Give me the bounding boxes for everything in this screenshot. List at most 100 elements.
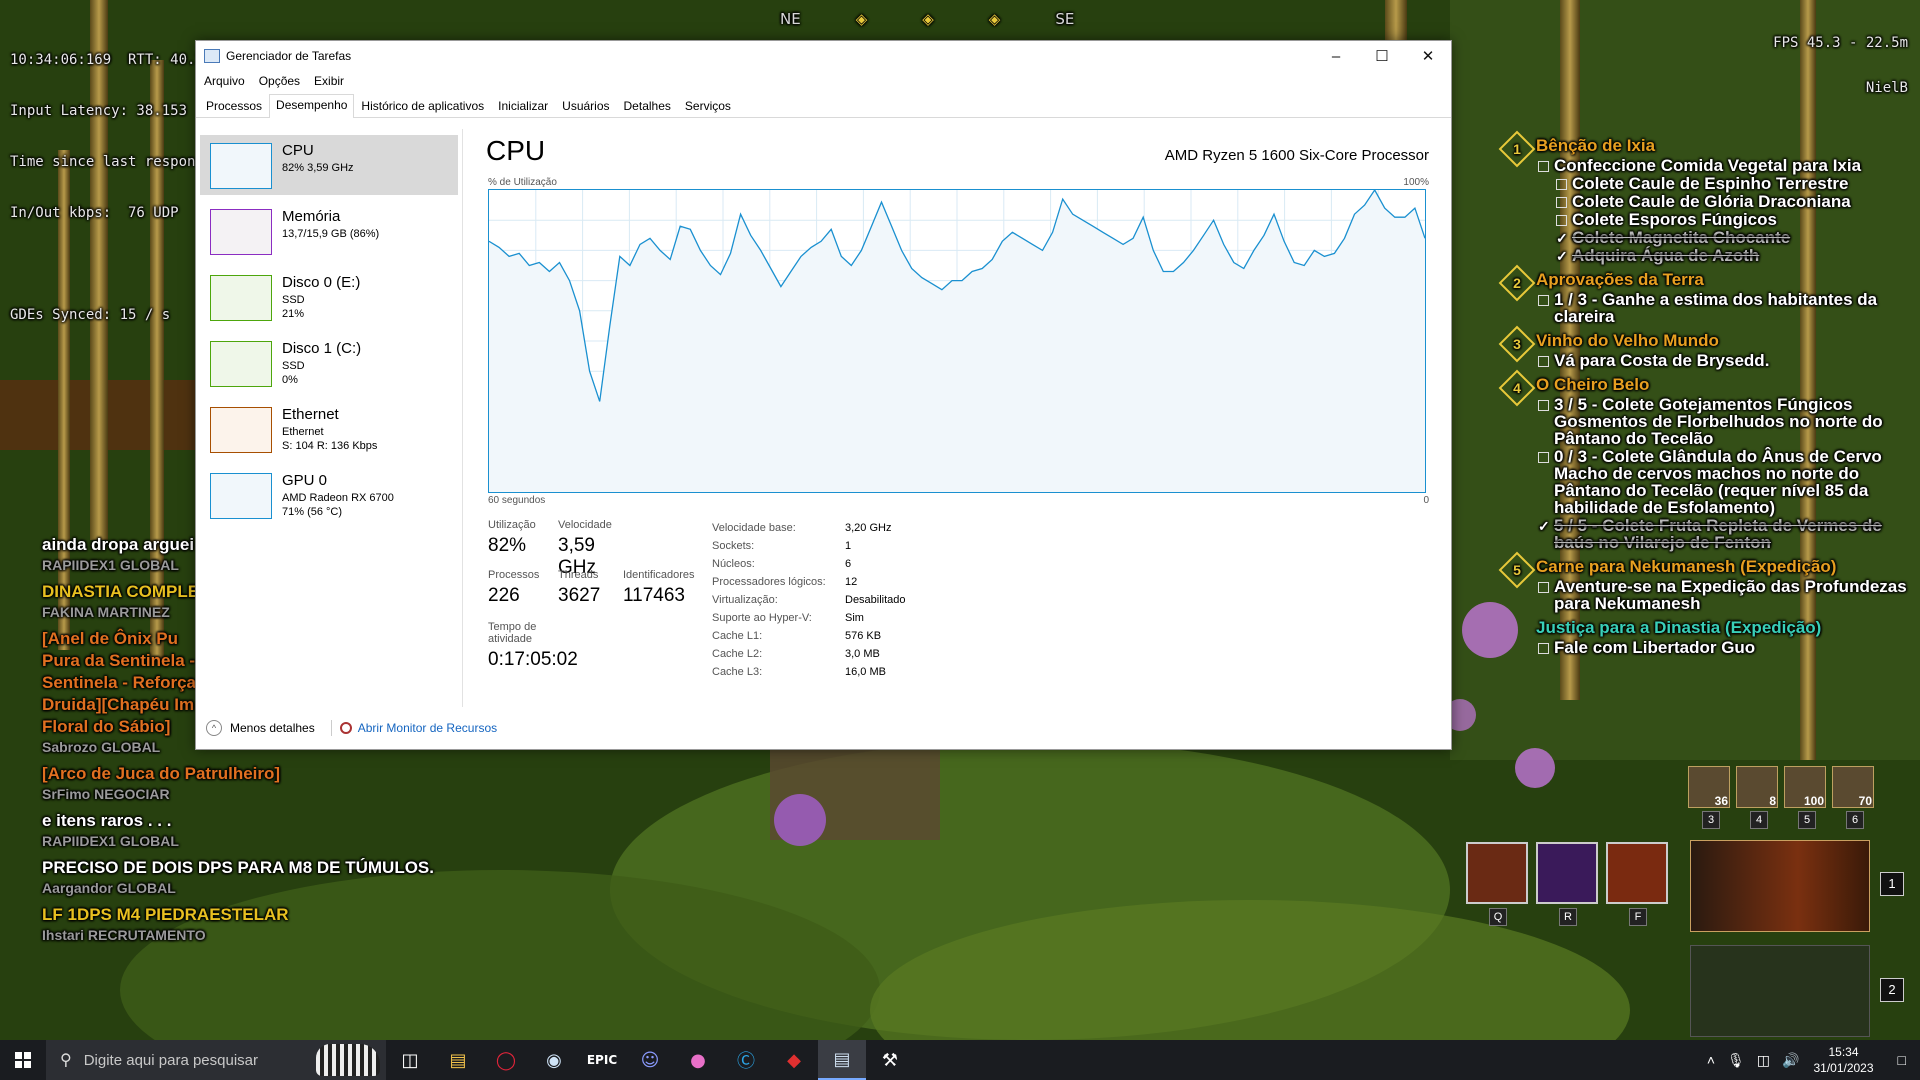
clock-time: 15:34 (1828, 1045, 1859, 1059)
clock[interactable]: 15:34 31/01/2023 (1813, 1044, 1873, 1076)
quest-number-icon: 5 (1498, 551, 1536, 589)
quest-step: Aventure-se na Expedição das Profundezas… (1536, 578, 1910, 612)
graph-y-max: 100% (1403, 177, 1429, 188)
tab-3[interactable]: Inicializar (491, 95, 555, 116)
quest-marker-icon: ◈ (922, 10, 934, 28)
task-view-icon[interactable]: ◫ (386, 1040, 434, 1080)
quest-entry[interactable]: 4 O Cheiro Belo 3 / 5 - Colete Gotejamento… (1498, 369, 1910, 551)
network-icon[interactable]: ◫ (1757, 1052, 1770, 1069)
red-app-icon[interactable]: ◆ (770, 1040, 818, 1080)
hotbar-slot[interactable]: 100 5 (1784, 766, 1826, 829)
quest-title: Aprovações da Terra (1536, 270, 1704, 289)
maximize-button[interactable]: ☐ (1359, 41, 1405, 71)
hotbar-slot[interactable]: 70 6 (1832, 766, 1874, 829)
minimize-button[interactable]: – (1313, 41, 1359, 71)
title-bar[interactable]: Gerenciador de Tarefas – ☐ ✕ (196, 41, 1451, 71)
resource-name: Disco 1 (C:) (282, 340, 362, 357)
open-resource-monitor-link[interactable]: Abrir Monitor de Recursos (339, 721, 497, 735)
quest-step-text: Colete Esporos Fúngicos (1572, 210, 1777, 229)
quest-number: 3 (1513, 336, 1521, 352)
quest-entry[interactable]: 1 Bênção de Ixia Confeccione Comida Vegeta… (1498, 130, 1910, 265)
tab-4[interactable]: Usuários (555, 95, 616, 116)
quest-step: 3 / 5 - Colete Gotejamentos Fúngicos Gos… (1536, 396, 1910, 447)
volume-icon[interactable]: 🔊 (1782, 1052, 1799, 1069)
menu-opcoes[interactable]: Opções (259, 74, 300, 88)
resource-item[interactable]: Ethernet Ethernet S: 104 R: 136 Kbps (200, 399, 458, 459)
stat-value: 226 (488, 585, 520, 606)
graph-y-min: 0 (1423, 495, 1429, 506)
detail-value: 6 (845, 558, 852, 570)
hotbar-slot[interactable]: 84 (1736, 766, 1778, 829)
checkbox-icon (1538, 400, 1549, 411)
taskbar-search[interactable]: ⚲ Digite aqui para pesquisar (46, 1040, 386, 1080)
weapon-key-2: 2 (1880, 978, 1904, 1002)
opera-icon[interactable]: ◯ (482, 1040, 530, 1080)
less-details-label: Menos detalhes (230, 721, 315, 735)
start-button[interactable] (0, 1040, 46, 1080)
cpu-utilization-graph (488, 189, 1426, 493)
discord-icon[interactable]: ☺ (626, 1040, 674, 1080)
resource-item[interactable]: Memória 13,7/15,9 GB (86%) (200, 201, 458, 261)
quest-entry[interactable]: 2 Aprovações da Terra 1 / 3 - Ganhe a esti… (1498, 264, 1910, 325)
less-details-button[interactable]: ^ Menos detalhes (206, 720, 315, 736)
drop-app-icon[interactable]: ● (674, 1040, 722, 1080)
stat-value: 117463 (623, 585, 685, 606)
chat-message: e itens raros . . . (42, 811, 172, 830)
stat-label: Processos (488, 569, 540, 581)
stat-value: 82% (488, 535, 527, 556)
chat-author: FAKINA MARTINEZ (42, 604, 170, 620)
resource-item[interactable]: CPU 82% 3,59 GHz (200, 135, 458, 195)
ability-q[interactable]: Q (1466, 842, 1528, 926)
quest-step-text: Adquira Água de Azoth (1572, 246, 1760, 265)
microphone-icon[interactable]: 🎙 (1727, 1052, 1745, 1069)
ccleaner-icon[interactable]: Ⓒ (722, 1040, 770, 1080)
compass-se: SE (1055, 10, 1075, 28)
ability-r[interactable]: R (1536, 842, 1598, 926)
new-world-icon[interactable]: ⚒ (866, 1040, 914, 1080)
steam-icon[interactable]: ◉ (530, 1040, 578, 1080)
checkbox-icon (1556, 215, 1567, 226)
detail-key: Velocidade base: (712, 522, 796, 534)
detail-key: Cache L1: (712, 630, 763, 642)
weapon-slot-2[interactable] (1690, 945, 1870, 1037)
resource-info: Disco 1 (C:) SSD 0% (282, 339, 361, 387)
tab-5[interactable]: Detalhes (617, 95, 678, 116)
weapon-slot-1[interactable] (1690, 840, 1870, 932)
detail-key: Núcleos: (712, 558, 755, 570)
tab-6[interactable]: Serviços (678, 95, 738, 116)
stat-handles: Identificadores 117463 (623, 569, 695, 607)
quest-marker-icon: ◈ (988, 10, 1001, 28)
epic-games-icon[interactable]: EPIC (578, 1040, 626, 1080)
resource-item[interactable]: Disco 1 (C:) SSD 0% (200, 333, 458, 393)
notifications-icon[interactable]: □ (1898, 1052, 1906, 1068)
tab-2[interactable]: Histórico de aplicativos (354, 95, 491, 116)
task-manager-taskbar-icon[interactable]: ▤ (818, 1040, 866, 1080)
menu-arquivo[interactable]: Arquivo (204, 74, 245, 88)
menu-bar: Arquivo Opções Exibir (196, 71, 1451, 91)
close-button[interactable]: ✕ (1405, 41, 1451, 71)
quest-number: 2 (1513, 275, 1521, 291)
menu-exibir[interactable]: Exibir (314, 74, 344, 88)
quest-entry[interactable]: 3 Vinho do Velho Mundo Vá para Costa de Br… (1498, 325, 1910, 369)
resource-name: Disco 0 (E:) (282, 274, 361, 291)
quest-entry[interactable]: Justiça para a Dinastia (Expedição) Fale … (1500, 618, 1910, 656)
divider (330, 720, 332, 736)
hotbar-slot[interactable]: 36 3 (1688, 766, 1730, 829)
resource-item[interactable]: GPU 0 AMD Radeon RX 6700 71% (56 °C) (200, 465, 458, 525)
item-count: 70 (1858, 794, 1872, 808)
tab-1[interactable]: Desempenho (269, 94, 355, 118)
ability-f[interactable]: F (1606, 842, 1668, 926)
quest-entry[interactable]: 5 Carne para Nekumanesh (Expedição) Aventu… (1498, 551, 1910, 612)
keybind-label: 6 (1846, 811, 1864, 829)
tab-0[interactable]: Processos (199, 95, 269, 116)
quest-step: Colete Esporos Fúngicos (1554, 211, 1910, 228)
detail-key: Cache L2: (712, 648, 763, 660)
cpu-detail: CPU AMD Ryzen 5 1600 Six-Core Processor … (486, 129, 1429, 707)
chat-channel: GLOBAL (119, 833, 179, 849)
chevron-up-icon[interactable]: ˄ (1707, 1052, 1715, 1068)
resource-name: Ethernet (282, 406, 339, 423)
quest-step-text: Confeccione Comida Vegetal para Ixia (1554, 156, 1862, 175)
file-explorer-icon[interactable]: ▤ (434, 1040, 482, 1080)
quest-step: 0 / 3 - Colete Glândula do Ânus de Cervo… (1536, 448, 1910, 516)
resource-item[interactable]: Disco 0 (E:) SSD 21% (200, 267, 458, 327)
